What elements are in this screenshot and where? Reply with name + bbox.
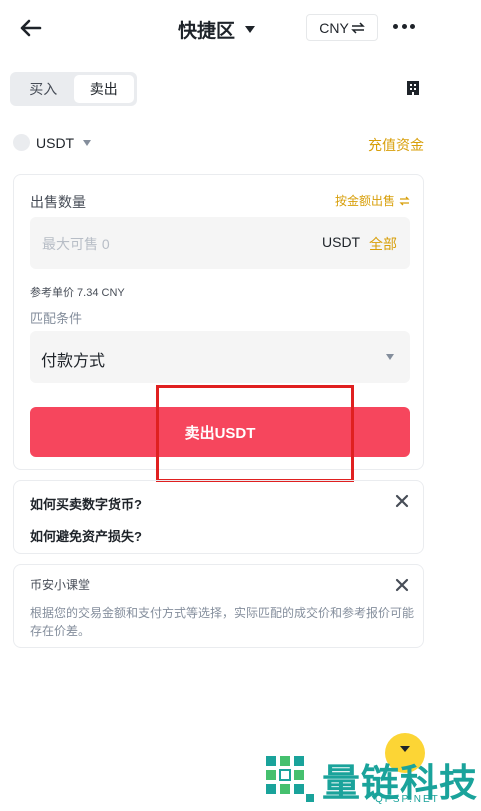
watermark-domain: QFSP.NET bbox=[375, 794, 440, 805]
quantity-label: 出售数量 bbox=[30, 194, 86, 210]
sell-form-card: 出售数量 按金额出售 最大可售 0 USDT 全部 参考单价 7.34 CNY … bbox=[13, 174, 424, 470]
close-icon[interactable] bbox=[395, 578, 409, 592]
currency-switch-button[interactable]: CNY bbox=[306, 14, 378, 41]
faq-card: 如何买卖数字货币? 如何避免资产损失? bbox=[13, 480, 424, 554]
payment-method-label: 付款方式 bbox=[41, 353, 106, 370]
page-title: 快捷区 bbox=[178, 20, 236, 42]
currency-label: CNY bbox=[319, 19, 349, 36]
coin-selector[interactable]: USDT bbox=[13, 134, 92, 151]
coin-label: USDT bbox=[36, 134, 75, 151]
top-bar: 快捷区 CNY bbox=[0, 0, 481, 58]
chevron-down-icon bbox=[400, 746, 410, 752]
caret-down-icon bbox=[83, 139, 92, 146]
payment-method-select[interactable]: 付款方式 bbox=[30, 331, 410, 383]
buy-sell-toggle: 买入 卖出 bbox=[10, 72, 137, 106]
amount-unit: USDT bbox=[322, 234, 361, 250]
deposit-link[interactable]: 充值资金 bbox=[368, 135, 424, 155]
tip-text: 根据您的交易金额和支付方式等选择，实际匹配的成交价和参考报价可能存在价差。 bbox=[30, 606, 415, 638]
chevron-down-icon bbox=[386, 354, 394, 360]
coin-icon bbox=[13, 134, 30, 151]
faq-link-buy-sell[interactable]: 如何买卖数字货币? bbox=[30, 494, 142, 513]
back-arrow-icon[interactable] bbox=[18, 16, 44, 40]
watermark: 量链科技 QFSP.NET bbox=[262, 750, 481, 811]
amount-placeholder: 最大可售 0 bbox=[42, 236, 110, 252]
tab-buy[interactable]: 买入 bbox=[13, 75, 74, 103]
orders-icon[interactable] bbox=[405, 80, 421, 96]
tip-title: 币安小课堂 bbox=[30, 578, 91, 592]
more-icon[interactable] bbox=[393, 22, 415, 30]
swap-icon bbox=[399, 196, 410, 205]
tab-sell[interactable]: 卖出 bbox=[73, 75, 134, 103]
floating-button[interactable] bbox=[385, 733, 425, 773]
by-amount-link[interactable]: 按金额出售 bbox=[335, 192, 410, 209]
tip-card: 币安小课堂 根据您的交易金额和支付方式等选择，实际匹配的成交价和参考报价可能存在… bbox=[13, 564, 424, 648]
match-conditions-label: 匹配条件 bbox=[30, 311, 83, 326]
all-button[interactable]: 全部 bbox=[369, 234, 397, 254]
sell-amount-input[interactable]: 最大可售 0 USDT 全部 bbox=[30, 217, 410, 269]
sell-usdt-button[interactable]: 卖出USDT bbox=[30, 407, 410, 457]
close-icon[interactable] bbox=[395, 494, 409, 508]
swap-icon bbox=[350, 21, 365, 34]
watermark-logo bbox=[266, 756, 314, 802]
caret-down-icon bbox=[245, 25, 256, 33]
faq-link-avoid-loss[interactable]: 如何避免资产损失? bbox=[30, 526, 142, 545]
by-amount-label: 按金额出售 bbox=[334, 194, 395, 208]
reference-price: 参考单价 7.34 CNY bbox=[30, 287, 125, 299]
mode-selector[interactable]: 快捷区 bbox=[178, 16, 256, 42]
